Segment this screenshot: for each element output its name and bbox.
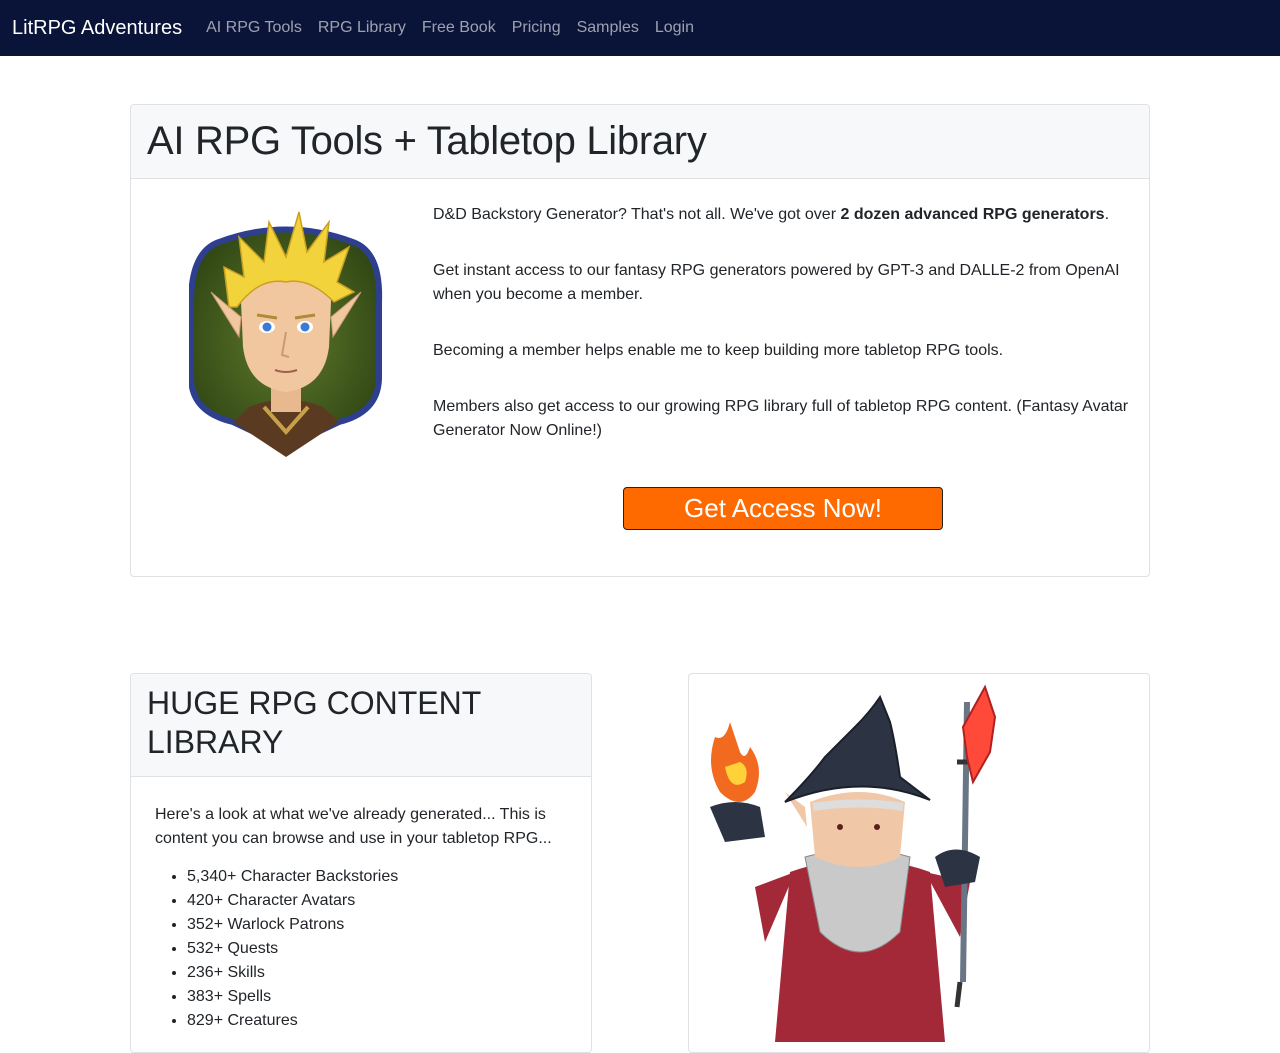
- hero-paragraph-2: Get instant access to our fantasy RPG ge…: [433, 262, 1120, 303]
- library-title: HUGE RPG CONTENT LIBRARY: [147, 685, 481, 760]
- nav-link-samples[interactable]: Samples: [577, 19, 639, 37]
- hero-title: AI RPG Tools + Tabletop Library: [147, 119, 707, 163]
- nav-link-pricing[interactable]: Pricing: [512, 19, 561, 37]
- nav-link-ai-rpg-tools[interactable]: AI RPG Tools: [206, 19, 302, 37]
- list-item: 352+ Warlock Patrons: [187, 913, 591, 937]
- library-intro: Here's a look at what we've already gene…: [155, 806, 552, 847]
- hero-paragraph-3: Becoming a member helps enable me to kee…: [433, 342, 1004, 359]
- list-item: 236+ Skills: [187, 961, 591, 985]
- library-card-header: HUGE RPG CONTENT LIBRARY: [131, 674, 591, 777]
- hero-highlight: 2 dozen advanced RPG generators: [840, 206, 1105, 223]
- nav-link-login[interactable]: Login: [655, 19, 694, 37]
- hero-card: AI RPG Tools + Tabletop Library D&D Back…: [130, 104, 1150, 577]
- elf-portrait-image: [189, 211, 383, 457]
- top-navbar: LitRPG Adventures AI RPG Tools RPG Libra…: [0, 0, 1280, 56]
- list-item: 5,340+ Character Backstories: [187, 865, 591, 889]
- wizard-image: [710, 684, 997, 1042]
- library-stats-list: 5,340+ Character Backstories 420+ Charac…: [131, 865, 591, 1033]
- list-item: 532+ Quests: [187, 937, 591, 961]
- brand-logo-link[interactable]: LitRPG Adventures: [12, 17, 182, 40]
- hero-card-header: AI RPG Tools + Tabletop Library: [131, 105, 1149, 179]
- nav-link-rpg-library[interactable]: RPG Library: [318, 19, 406, 37]
- nav-link-free-book[interactable]: Free Book: [422, 19, 496, 37]
- hero-paragraph-1: D&D Backstory Generator? That's not all.…: [433, 206, 1110, 223]
- list-item: 383+ Spells: [187, 985, 591, 1009]
- hero-text: D&D Backstory Generator? That's not all.…: [433, 203, 1133, 475]
- library-card: HUGE RPG CONTENT LIBRARY Here's a look a…: [130, 673, 592, 1053]
- get-access-button[interactable]: Get Access Now!: [623, 487, 943, 530]
- wizard-image-card: [688, 673, 1150, 1053]
- hero-paragraph-4: Members also get access to our growing R…: [433, 398, 1129, 439]
- list-item: 829+ Creatures: [187, 1009, 591, 1033]
- list-item: 420+ Character Avatars: [187, 889, 591, 913]
